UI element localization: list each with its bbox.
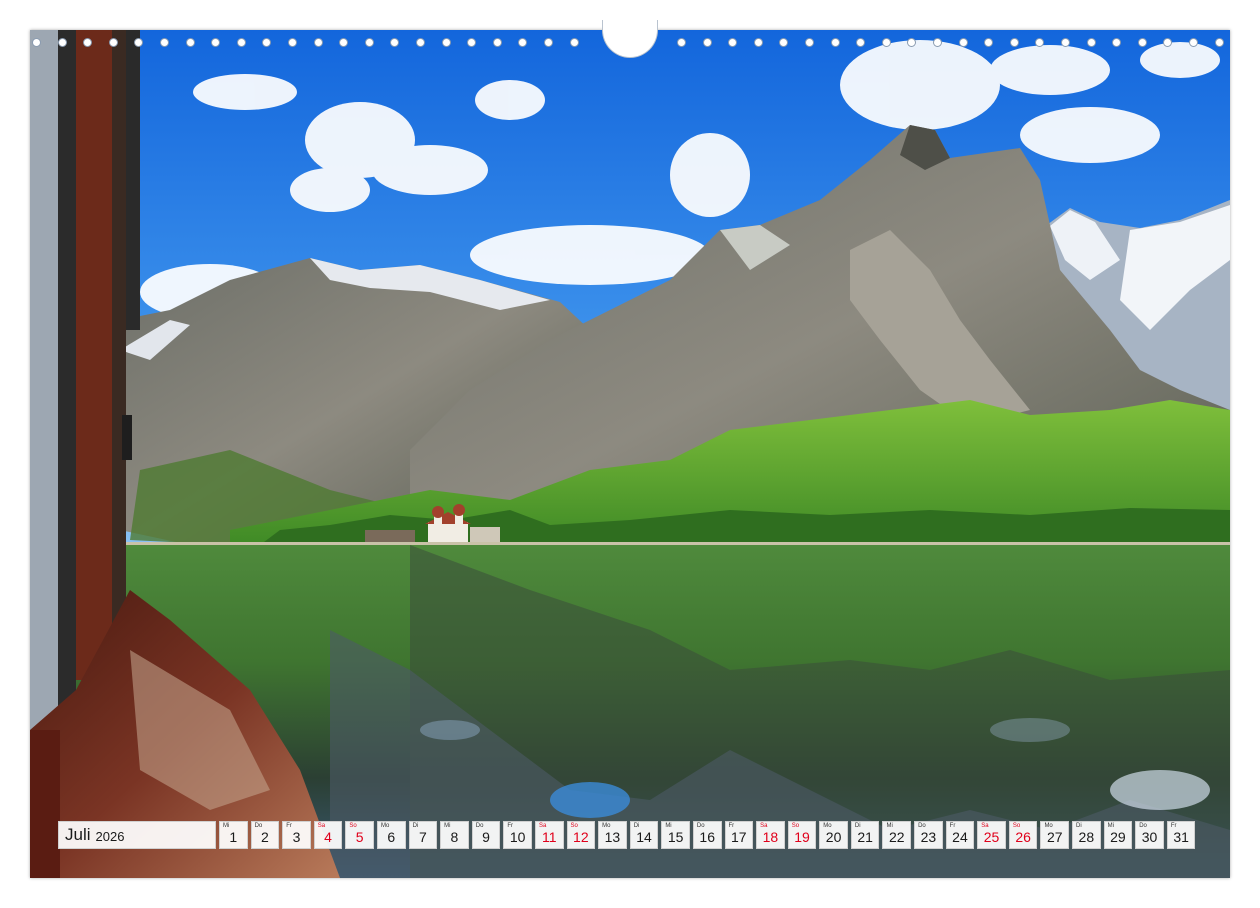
day-cell: Do 23 <box>914 821 943 849</box>
day-number: 5 <box>355 829 364 845</box>
day-number: 1 <box>229 829 238 845</box>
day-number: 15 <box>667 829 684 845</box>
day-cell: Mo 6 <box>376 821 406 849</box>
day-number: 10 <box>509 829 526 845</box>
day-cell: So 5 <box>345 821 374 849</box>
day-cell: Do 2 <box>250 821 280 849</box>
day-number: 18 <box>762 829 779 845</box>
day-number: 22 <box>888 829 905 845</box>
calendar-photo <box>30 30 1230 878</box>
day-abbr: Mi <box>223 823 230 829</box>
day-number: 27 <box>1046 829 1063 845</box>
day-number: 20 <box>825 829 842 845</box>
day-number: 4 <box>324 829 332 845</box>
day-number: 30 <box>1141 829 1158 845</box>
day-number: 2 <box>260 829 269 845</box>
day-cell: Fr 17 <box>724 821 754 849</box>
month-year: 2026 <box>95 828 125 844</box>
day-abbr: Fr <box>286 823 292 829</box>
day-cell: Di 28 <box>1072 821 1101 849</box>
day-number: 31 <box>1173 829 1189 845</box>
day-abbr: Mi <box>444 823 451 829</box>
calendar-strip: Juli 2026 Mi 1 Do 2 Fr 3 Sa 4 So 5 Mo 6 Di 7 Mi 8 Do 9 Fr 1… <box>58 821 1196 849</box>
day-number: 6 <box>387 829 396 845</box>
month-name: Juli <box>65 825 91 844</box>
day-number: 29 <box>1110 829 1126 845</box>
day-cell: Di 7 <box>408 821 438 849</box>
day-number: 28 <box>1078 829 1095 845</box>
day-number: 16 <box>699 829 715 845</box>
day-number: 17 <box>731 829 747 845</box>
day-cell: Do 9 <box>471 821 501 849</box>
day-number: 24 <box>952 829 968 845</box>
day-abbr: Di <box>412 823 419 829</box>
day-number: 19 <box>794 829 810 845</box>
day-number: 3 <box>292 829 301 845</box>
day-cell: So 26 <box>1008 821 1038 849</box>
day-number: 12 <box>573 829 589 845</box>
day-cell: Mi 29 <box>1103 821 1133 849</box>
day-cell: Sa 25 <box>977 821 1006 849</box>
day-number: 25 <box>983 829 1000 845</box>
day-number: 26 <box>1015 829 1031 845</box>
day-cell: Sa 11 <box>534 821 564 849</box>
day-number: 23 <box>920 829 937 845</box>
day-cell: Do 16 <box>692 821 722 849</box>
day-cells: Mi 1 Do 2 Fr 3 Sa 4 So 5 Mo 6 Di 7 Mi 8 Do 9 Fr 10 Sa 11 So 12 M… <box>219 821 1196 849</box>
day-cell: Fr 31 <box>1166 821 1196 849</box>
month-label: Juli 2026 <box>58 821 216 849</box>
day-cell: So 12 <box>566 821 596 849</box>
day-cell: Mo 13 <box>598 821 627 849</box>
day-number: 11 <box>541 829 557 845</box>
day-cell: Mo 27 <box>1040 821 1070 849</box>
day-number: 14 <box>636 829 652 845</box>
day-cell: Fr 24 <box>945 821 975 849</box>
day-cell: Mi 15 <box>661 821 690 849</box>
day-number: 13 <box>604 829 621 845</box>
day-cell: Mi 22 <box>882 821 912 849</box>
day-cell: Mo 20 <box>819 821 848 849</box>
day-cell: Di 14 <box>629 821 659 849</box>
day-cell: Do 30 <box>1135 821 1164 849</box>
day-cell: Fr 10 <box>503 821 532 849</box>
day-cell: Di 21 <box>850 821 880 849</box>
day-number: 21 <box>857 829 873 845</box>
day-cell: Fr 3 <box>282 821 311 849</box>
day-cell: Mi 8 <box>440 821 469 849</box>
day-cell: Mi 1 <box>219 821 248 849</box>
day-cell: Sa 4 <box>313 821 343 849</box>
day-number: 7 <box>418 829 427 845</box>
day-number: 8 <box>450 829 459 845</box>
day-cell: Sa 18 <box>756 821 785 849</box>
day-number: 9 <box>482 829 490 845</box>
day-cell: So 19 <box>787 821 817 849</box>
